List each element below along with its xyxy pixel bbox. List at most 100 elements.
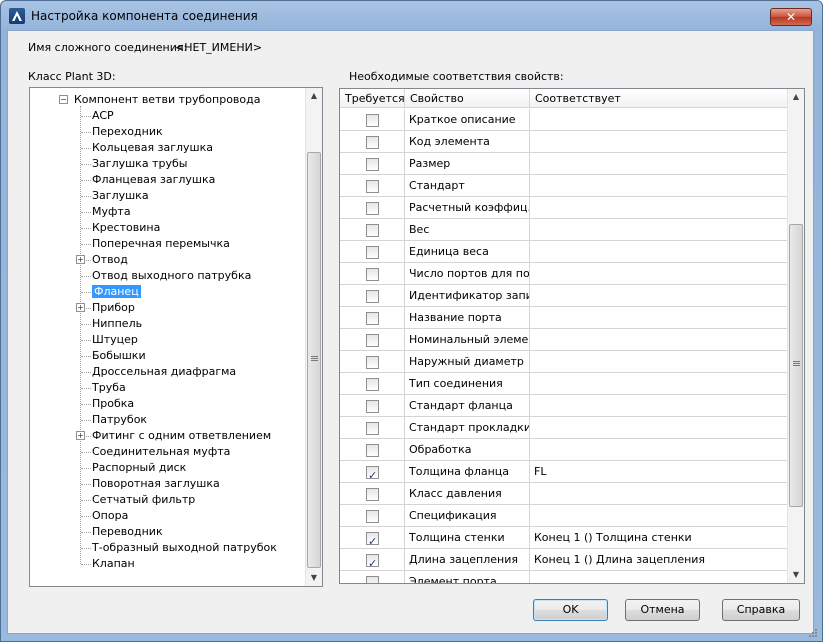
- required-checkbox[interactable]: [366, 488, 379, 501]
- required-checkbox[interactable]: ✓: [366, 554, 379, 570]
- required-checkbox[interactable]: [366, 400, 379, 413]
- required-checkbox[interactable]: [366, 224, 379, 237]
- title-bar[interactable]: Настройка компонента соединения ✕: [1, 1, 822, 31]
- table-row[interactable]: ✓ Толщина фланца FL: [340, 461, 788, 483]
- table-row[interactable]: Номинальный элеме...: [340, 329, 788, 351]
- maps-to-cell[interactable]: Конец 1 () Длина зацепления: [530, 549, 780, 571]
- required-checkbox[interactable]: [366, 444, 379, 457]
- table-row[interactable]: Наружный диаметр: [340, 351, 788, 373]
- tree-item[interactable]: Клапан: [92, 556, 135, 572]
- required-checkbox[interactable]: [366, 378, 379, 391]
- header-property[interactable]: Свойство: [405, 89, 530, 108]
- maps-to-cell[interactable]: [530, 285, 780, 307]
- close-button[interactable]: ✕: [770, 8, 812, 26]
- tree-item[interactable]: Переходник: [92, 124, 163, 140]
- required-checkbox[interactable]: [366, 576, 379, 583]
- tree-item[interactable]: Отвод выходного патрубка: [92, 268, 251, 284]
- tree-item[interactable]: Переводник: [92, 524, 163, 540]
- maps-to-cell[interactable]: [530, 197, 780, 219]
- required-checkbox[interactable]: ✓: [366, 466, 379, 482]
- tree-item[interactable]: Муфта: [92, 204, 131, 220]
- tree-root-item[interactable]: Компонент ветви трубопровода: [74, 92, 260, 108]
- maps-to-cell[interactable]: [530, 175, 780, 197]
- required-checkbox[interactable]: [366, 268, 379, 281]
- table-row[interactable]: Элемент порта: [340, 571, 788, 583]
- required-checkbox[interactable]: [366, 246, 379, 259]
- maps-to-cell[interactable]: [530, 351, 780, 373]
- required-checkbox[interactable]: [366, 290, 379, 303]
- maps-to-cell[interactable]: [530, 395, 780, 417]
- required-checkbox[interactable]: [366, 510, 379, 523]
- tree-item[interactable]: Фланцевая заглушка: [92, 172, 215, 188]
- tree-item[interactable]: ACP: [92, 108, 114, 124]
- maps-to-cell[interactable]: [530, 483, 780, 505]
- tree-item[interactable]: Патрубок: [92, 412, 147, 428]
- table-row[interactable]: Название порта: [340, 307, 788, 329]
- tree-item[interactable]: Бобышки: [92, 348, 146, 364]
- tree-item[interactable]: Распорный диск: [92, 460, 186, 476]
- table-row[interactable]: Вес: [340, 219, 788, 241]
- tree-item[interactable]: Опора: [92, 508, 128, 524]
- class-tree[interactable]: − Компонент ветви трубопровода ACP Переходн…: [29, 87, 323, 587]
- required-checkbox[interactable]: [366, 136, 379, 149]
- required-checkbox[interactable]: [366, 114, 379, 127]
- tree-item[interactable]: Отвод: [92, 252, 128, 268]
- table-row[interactable]: Размер: [340, 153, 788, 175]
- maps-to-cell[interactable]: [530, 153, 780, 175]
- maps-to-cell[interactable]: [530, 417, 780, 439]
- table-row[interactable]: Код элемента: [340, 131, 788, 153]
- table-row[interactable]: Класс давления: [340, 483, 788, 505]
- header-required[interactable]: Требуется: [340, 89, 405, 108]
- table-row[interactable]: Обработка: [340, 439, 788, 461]
- tree-scroll-down-arrow-icon[interactable]: ▼: [306, 570, 322, 586]
- tree-expand-icon[interactable]: +: [76, 303, 85, 312]
- tree-item[interactable]: Сетчатый фильтр: [92, 492, 195, 508]
- required-checkbox[interactable]: [366, 356, 379, 369]
- table-row[interactable]: Расчетный коэффиц...: [340, 197, 788, 219]
- maps-to-cell[interactable]: [530, 329, 780, 351]
- table-row[interactable]: ✓ Толщина стенки Конец 1 () Толщина стенки: [340, 527, 788, 549]
- tree-item[interactable]: Крестовина: [92, 220, 160, 236]
- maps-to-cell[interactable]: [530, 263, 780, 285]
- tree-item[interactable]: Заглушка: [92, 188, 149, 204]
- required-checkbox[interactable]: [366, 202, 379, 215]
- grid-scroll-thumb[interactable]: [789, 224, 803, 507]
- required-checkbox[interactable]: [366, 158, 379, 171]
- tree-item[interactable]: Прибор: [92, 300, 135, 316]
- header-maps-to[interactable]: Соответствует: [530, 89, 788, 108]
- property-grid[interactable]: Требуется Свойство Соответствует Краткое…: [339, 88, 805, 584]
- maps-to-cell[interactable]: FL: [530, 461, 780, 483]
- tree-expand-icon[interactable]: +: [76, 431, 85, 440]
- tree-item[interactable]: Поворотная заглушка: [92, 476, 220, 492]
- table-row[interactable]: Единица веса: [340, 241, 788, 263]
- table-row[interactable]: Тип соединения: [340, 373, 788, 395]
- maps-to-cell[interactable]: [530, 571, 780, 583]
- required-checkbox[interactable]: [366, 422, 379, 435]
- tree-item[interactable]: Фитинг с одним ответвлением: [92, 428, 271, 444]
- maps-to-cell[interactable]: [530, 109, 780, 131]
- tree-item[interactable]: Заглушка трубы: [92, 156, 187, 172]
- tree-item[interactable]: Труба: [92, 380, 126, 396]
- grid-scroll-down-arrow-icon[interactable]: ▼: [788, 567, 804, 583]
- table-row[interactable]: Число портов для по...: [340, 263, 788, 285]
- tree-expand-icon[interactable]: +: [76, 255, 85, 264]
- table-row[interactable]: Стандарт фланца: [340, 395, 788, 417]
- tree-item[interactable]: Фланец: [92, 284, 141, 300]
- tree-scroll-thumb[interactable]: [307, 152, 321, 568]
- maps-to-cell[interactable]: [530, 439, 780, 461]
- tree-root-collapse-icon[interactable]: −: [59, 95, 68, 104]
- required-checkbox[interactable]: ✓: [366, 532, 379, 548]
- tree-item[interactable]: Кольцевая заглушка: [92, 140, 213, 156]
- table-row[interactable]: ✓ Длина зацепления Конец 1 () Длина зацепл…: [340, 549, 788, 571]
- tree-scrollbar[interactable]: ▲ ▼: [305, 88, 322, 586]
- help-button[interactable]: Справка: [722, 599, 800, 621]
- required-checkbox[interactable]: [366, 312, 379, 325]
- grid-scroll-up-arrow-icon[interactable]: ▲: [788, 89, 804, 105]
- maps-to-cell[interactable]: [530, 373, 780, 395]
- table-row[interactable]: Краткое описание: [340, 109, 788, 131]
- tree-scroll-up-arrow-icon[interactable]: ▲: [306, 88, 322, 104]
- maps-to-cell[interactable]: [530, 505, 780, 527]
- tree-item[interactable]: Штуцер: [92, 332, 138, 348]
- tree-item[interactable]: Ниппель: [92, 316, 142, 332]
- grid-scrollbar[interactable]: ▲ ▼: [787, 89, 804, 583]
